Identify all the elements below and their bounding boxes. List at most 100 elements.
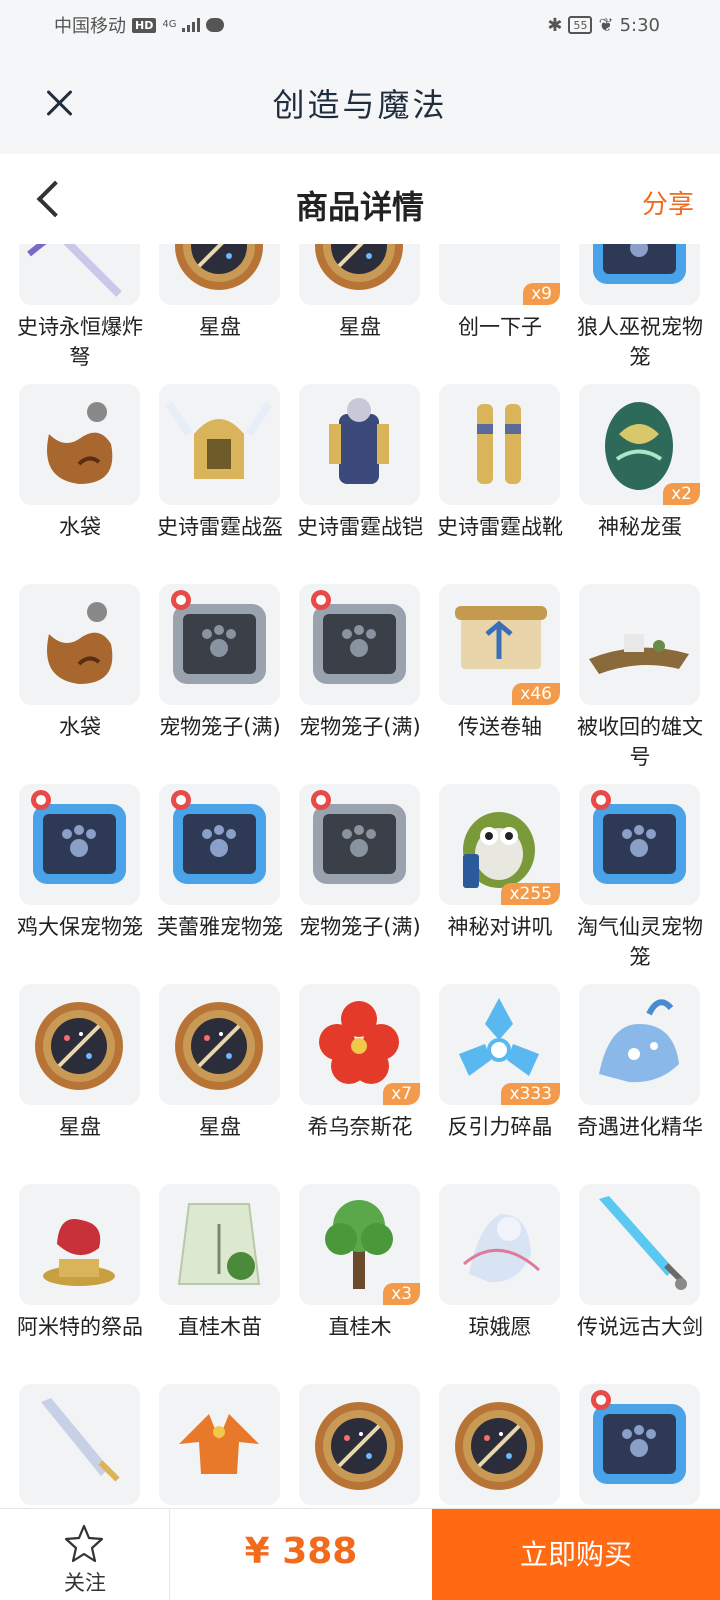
item-quantity-badge: x333 [501, 1083, 560, 1105]
pet-cage-grey-icon [299, 584, 420, 705]
item-thumbnail: x333 [439, 984, 560, 1105]
item-card[interactable]: 水袋 [10, 374, 150, 574]
item-card[interactable]: 星盘 [290, 244, 430, 374]
item-thumbnail: x46 [439, 584, 560, 705]
item-card[interactable]: x7 希乌奈斯花 [290, 974, 430, 1174]
carrier-label: 中国移动 [54, 16, 126, 37]
item-card[interactable]: 鸡大保宠物笼 [10, 774, 150, 974]
item-thumbnail [579, 244, 700, 305]
item-thumbnail [19, 984, 140, 1105]
item-thumbnail [19, 384, 140, 505]
item-card[interactable]: 奇遇进化精华 [570, 974, 710, 1174]
item-card[interactable]: 星盘 [150, 244, 290, 374]
wreck-icon [579, 584, 700, 705]
item-card[interactable]: 星盘 [10, 974, 150, 1174]
boots-icon [439, 384, 560, 505]
page-header: 商品详情 分享 [0, 154, 720, 244]
item-name: 神秘对讲叽 [447, 915, 553, 939]
item-card[interactable]: 芙蕾雅宠物笼 [150, 774, 290, 974]
item-quantity-badge: x7 [383, 1083, 420, 1105]
item-name: 史诗雷霆战靴 [437, 515, 563, 539]
item-card[interactable]: 被收回的雄文号 [570, 574, 710, 774]
item-name: 水袋 [59, 715, 101, 739]
seed-bag-icon [159, 1184, 280, 1305]
item-thumbnail [159, 584, 280, 705]
item-thumbnail [159, 1384, 280, 1505]
item-card[interactable]: x333 反引力碎晶 [430, 974, 570, 1174]
follow-label: 关注 [64, 1571, 106, 1595]
item-name: 阿米特的祭品 [17, 1315, 143, 1339]
hd-badge: HD [132, 17, 157, 33]
item-card[interactable]: 宠物笼子(满) [290, 574, 430, 774]
item-thumbnail [299, 244, 420, 305]
astrolabe-icon [159, 244, 280, 305]
item-card[interactable]: 琼娥愿 [430, 1174, 570, 1374]
item-name: 神秘龙蛋 [598, 515, 682, 539]
item-name: 芙蕾雅宠物笼 [157, 915, 283, 939]
item-card[interactable] [10, 1374, 150, 1508]
item-name: 星盘 [59, 1115, 101, 1139]
item-card[interactable]: !! x9 创一下子 [430, 244, 570, 374]
item-name: 星盘 [339, 315, 381, 339]
leaf-icon: ❦ [598, 14, 614, 36]
item-thumbnail [299, 384, 420, 505]
item-thumbnail [299, 584, 420, 705]
item-card[interactable]: x3 直桂木 [290, 1174, 430, 1374]
item-name: 希乌奈斯花 [307, 1115, 413, 1139]
item-card[interactable]: 星盘 [150, 974, 290, 1174]
item-name: 反引力碎晶 [447, 1115, 553, 1139]
item-thumbnail: x255 [439, 784, 560, 905]
item-card[interactable] [430, 1374, 570, 1508]
item-name: 史诗永恒爆炸弩 [17, 315, 143, 369]
status-left: 中国移动 HD 4G [54, 12, 225, 38]
battery-icon: 55 [568, 16, 593, 34]
item-thumbnail [159, 784, 280, 905]
item-card[interactable]: 宠物笼子(满) [150, 574, 290, 774]
item-card[interactable]: 史诗雷霆战铠 [290, 374, 430, 574]
item-thumbnail [579, 1384, 700, 1505]
signal-icon [182, 18, 201, 32]
astrolabe-icon [299, 244, 420, 305]
item-card[interactable] [290, 1374, 430, 1508]
pet-cage-blue-icon [579, 244, 700, 305]
bottom-bar: 关注 ¥ 388 立即购买 [0, 1508, 720, 1600]
follow-button[interactable]: 关注 [0, 1509, 170, 1600]
item-card[interactable]: 阿米特的祭品 [10, 1174, 150, 1374]
share-button[interactable]: 分享 [642, 184, 694, 221]
item-card[interactable]: x2 神秘龙蛋 [570, 374, 710, 574]
item-card[interactable] [570, 1374, 710, 1508]
item-card[interactable]: 狼人巫祝宠物笼 [570, 244, 710, 374]
item-thumbnail: !! x9 [439, 244, 560, 305]
page-title: 商品详情 [295, 188, 424, 226]
item-thumbnail [159, 1184, 280, 1305]
pet-cage-blue-icon [159, 784, 280, 905]
item-grid-viewport[interactable]: 史诗永恒爆炸弩星盘星盘!!x9创一下子狼人巫祝宠物笼水袋史诗雷霆战盔史诗雷霆战铠… [0, 244, 720, 1508]
item-card[interactable]: x46 传送卷轴 [430, 574, 570, 774]
item-card[interactable]: 宠物笼子(满) [290, 774, 430, 974]
spirit-icon [439, 1184, 560, 1305]
item-quantity-badge: x9 [523, 283, 560, 305]
item-quantity-badge: x3 [383, 1283, 420, 1305]
item-thumbnail [439, 1384, 560, 1505]
item-card[interactable]: 直桂木苗 [150, 1174, 290, 1374]
item-name: 宠物笼子(满) [299, 715, 421, 739]
item-thumbnail [19, 244, 140, 305]
item-card[interactable]: x255 神秘对讲叽 [430, 774, 570, 974]
item-card[interactable]: 传说远古大剑 [570, 1174, 710, 1374]
buy-now-button[interactable]: 立即购买 [432, 1509, 720, 1600]
item-thumbnail [159, 384, 280, 505]
item-card[interactable]: 史诗永恒爆炸弩 [10, 244, 150, 374]
item-name: 琼娥愿 [468, 1315, 532, 1339]
item-card[interactable]: 史诗雷霆战盔 [150, 374, 290, 574]
item-name: 奇遇进化精华 [577, 1115, 703, 1139]
item-thumbnail [439, 1184, 560, 1305]
item-card[interactable] [150, 1374, 290, 1508]
item-quantity-badge: x255 [501, 883, 560, 905]
item-card[interactable]: 史诗雷霆战靴 [430, 374, 570, 574]
pet-cage-blue-icon [579, 784, 700, 905]
item-name: 传说远古大剑 [577, 1315, 703, 1339]
item-card[interactable]: 淘气仙灵宠物笼 [570, 774, 710, 974]
item-card[interactable]: 水袋 [10, 574, 150, 774]
item-quantity-badge: x46 [512, 683, 560, 705]
item-name: 被收回的雄文号 [577, 715, 703, 769]
